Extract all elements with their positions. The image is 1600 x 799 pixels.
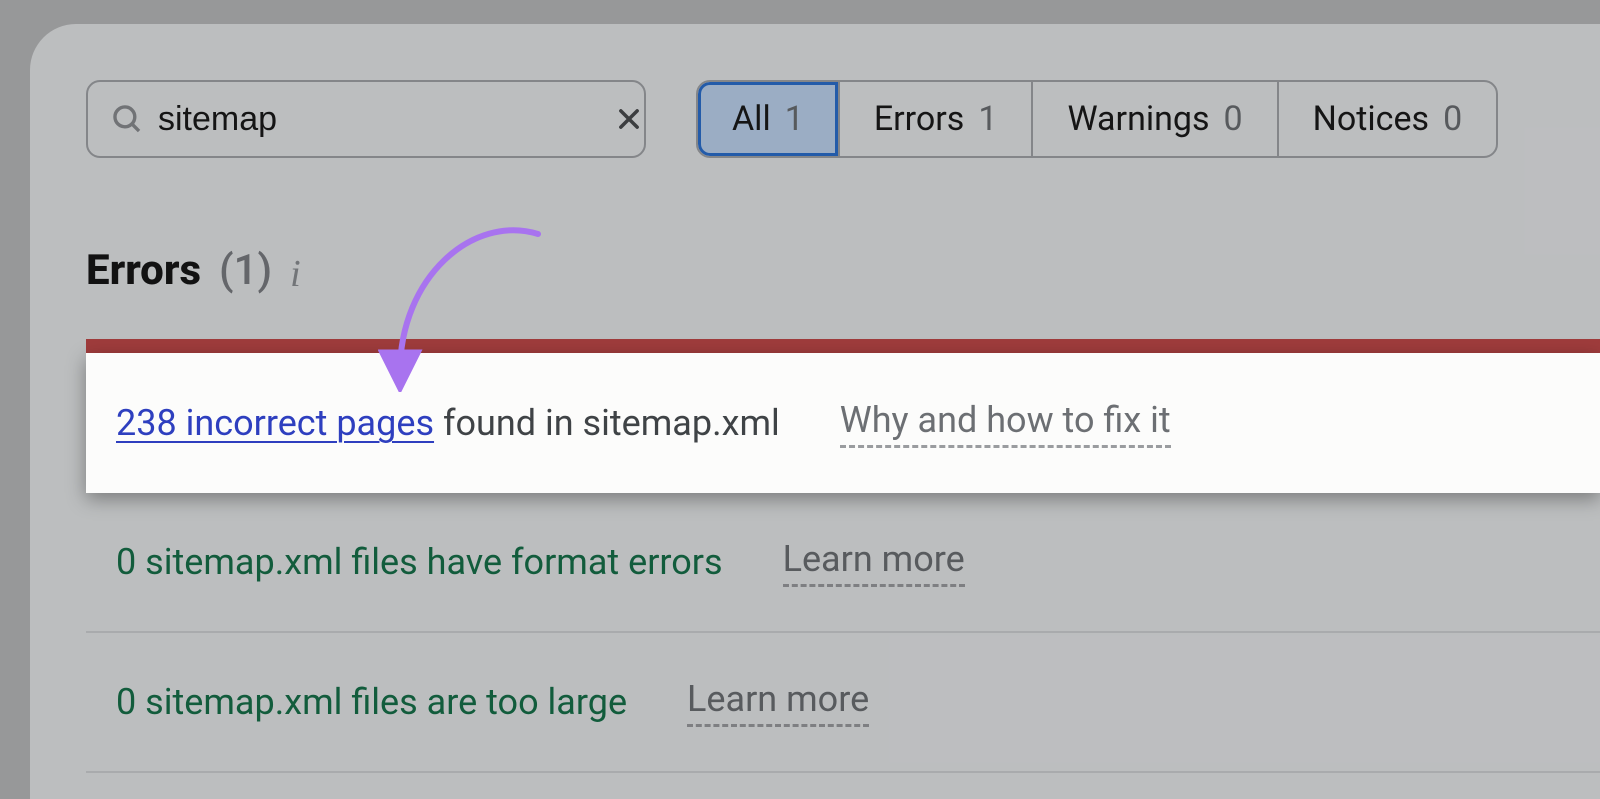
search-box[interactable] [86,80,646,158]
issue-text: 0 sitemap.xml files are too large [116,681,627,723]
clear-icon[interactable] [615,105,643,133]
issues-panel: All 1 Errors 1 Warnings 0 Notices 0 Erro… [30,24,1600,799]
filter-group: All 1 Errors 1 Warnings 0 Notices 0 [696,80,1498,158]
filter-label: Warnings [1067,99,1209,139]
filter-row: All 1 Errors 1 Warnings 0 Notices 0 [86,80,1600,158]
filter-count: 0 [1224,99,1243,139]
issue-text: 238 incorrect pages found in sitemap.xml [116,402,780,444]
issue-text: 0 sitemap.xml files have format errors [116,541,723,583]
search-input[interactable] [144,100,615,139]
filter-notices[interactable]: Notices 0 [1279,82,1497,156]
issue-suffix: found in sitemap.xml [434,402,780,444]
issue-row[interactable]: 0 sitemap.xml files are too large Learn … [86,633,1600,773]
issue-row[interactable]: 0 sitemap.xml files have format errors L… [86,493,1600,633]
issue-row[interactable]: 238 incorrect pages found in sitemap.xml… [86,353,1600,493]
help-link[interactable]: Learn more [783,538,965,587]
filter-errors[interactable]: Errors 1 [840,82,1034,156]
section-title: Errors [86,246,201,295]
filter-count: 1 [785,99,804,139]
help-link[interactable]: Learn more [687,678,869,727]
error-severity-bar [86,339,1600,353]
search-icon [110,102,144,136]
section-count: (1) [219,246,272,295]
filter-count: 1 [978,99,997,139]
issue-link[interactable]: 238 incorrect pages [116,402,434,444]
section-header: Errors (1) i [86,246,1600,295]
issue-list: 238 incorrect pages found in sitemap.xml… [86,353,1600,773]
filter-label: Notices [1313,99,1429,139]
filter-count: 0 [1443,99,1462,139]
info-icon[interactable]: i [290,252,301,296]
filter-all[interactable]: All 1 [698,82,840,156]
filter-warnings[interactable]: Warnings 0 [1033,82,1278,156]
help-link[interactable]: Why and how to fix it [840,399,1171,448]
filter-label: Errors [874,99,965,139]
filter-label: All [732,99,771,139]
